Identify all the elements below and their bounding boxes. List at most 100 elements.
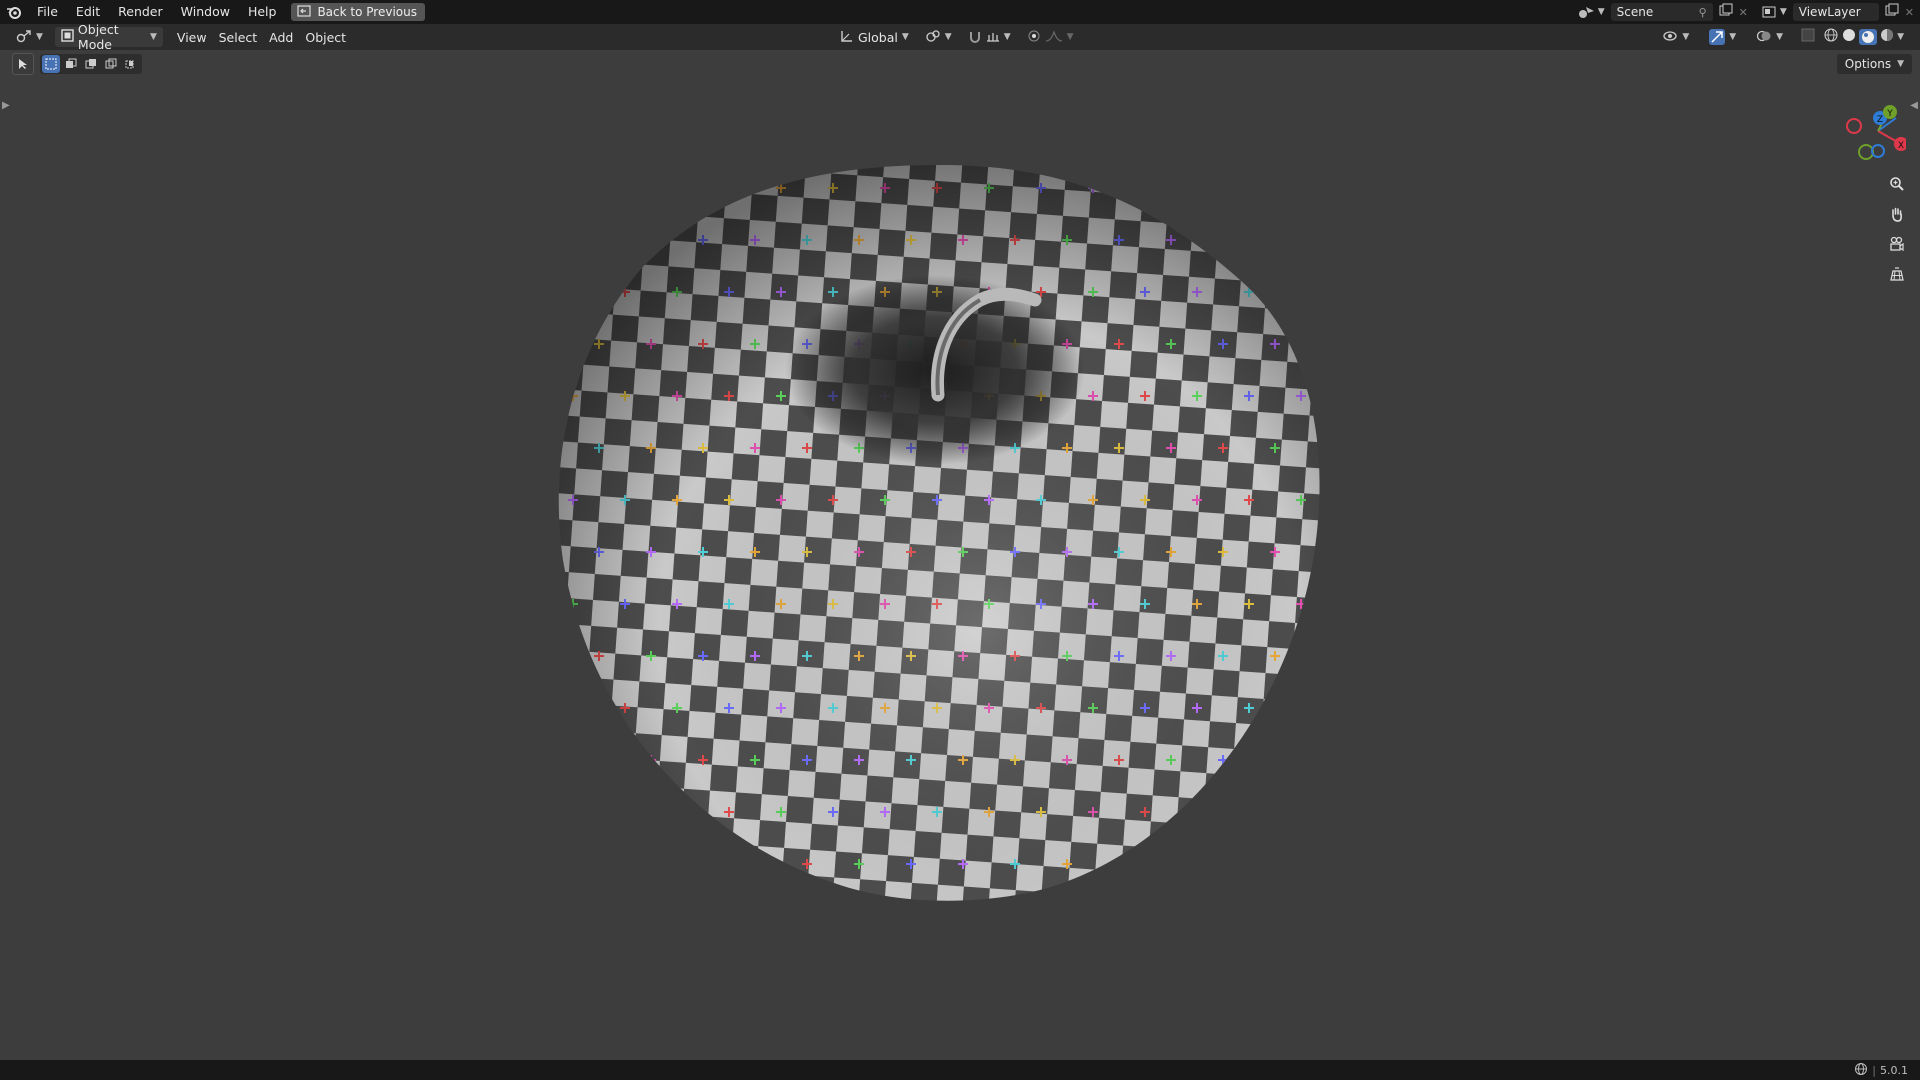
options-label: Options (1844, 57, 1892, 71)
overlay-icon (1756, 29, 1772, 46)
scene-icon[interactable]: ▼ (1578, 5, 1605, 19)
proportional-icon (1027, 29, 1041, 46)
back-icon (297, 4, 312, 20)
back-to-previous-button[interactable]: Back to Previous (291, 3, 425, 21)
uv-checker-mark (1140, 183, 1150, 193)
uv-checker-mark (646, 235, 656, 245)
camera-icon[interactable] (1884, 231, 1910, 257)
editor-type-icon (16, 29, 32, 46)
uv-checker-mark (1244, 183, 1254, 193)
view-layer-name: ViewLayer (1798, 5, 1861, 19)
select-box-icon[interactable] (42, 55, 60, 73)
uv-checker-mark (1296, 807, 1306, 817)
version-label: 5.0.1 (1880, 1064, 1908, 1077)
snap-toggle[interactable]: ▼ (962, 27, 1017, 47)
tool-settings-row (12, 53, 142, 75)
viewport-header: ▼ Object Mode ▼ View Select Add Object G… (0, 22, 1920, 52)
grid-icon[interactable] (1884, 261, 1910, 287)
blender-logo-icon[interactable] (0, 0, 28, 24)
xray-icon[interactable] (1801, 28, 1815, 46)
header-menu-add[interactable]: Add (263, 27, 299, 47)
gizmo-icon (1709, 29, 1726, 45)
viewport-canvas[interactable] (0, 50, 1920, 1060)
transform-controls: Global ▼ ▼ ▼ ▼ (834, 27, 1080, 47)
uv-checker-mark (594, 235, 604, 245)
snap-icon (968, 29, 982, 46)
transform-orientation-label: Global (858, 29, 898, 45)
pin-icon[interactable]: ⚲ (1699, 6, 1707, 19)
menu-help[interactable]: Help (239, 0, 286, 24)
menu-file[interactable]: File (28, 0, 67, 24)
apple-mesh[interactable] (514, 123, 1366, 947)
transform-orientation-dropdown[interactable]: Global ▼ (834, 27, 915, 47)
uv-checker-mark (698, 859, 708, 869)
status-bar: | 5.0.1 (0, 1060, 1920, 1080)
header-menu-select[interactable]: Select (213, 27, 264, 47)
uv-checker-mark (568, 183, 578, 193)
wireframe-shading-icon[interactable] (1823, 27, 1839, 47)
global-transform-icon (840, 29, 854, 46)
remove-view-layer-icon[interactable]: ✕ (1905, 6, 1914, 19)
uv-checker-mark (594, 755, 604, 765)
options-dropdown[interactable]: Options ▼ (1836, 54, 1912, 74)
navigation-gizmo[interactable]: X Z Y (1826, 96, 1906, 166)
proportional-edit-toggle[interactable]: ▼ (1021, 27, 1080, 47)
view-layer-field[interactable]: ViewLayer (1792, 3, 1879, 21)
uv-checker-mark (1322, 651, 1332, 661)
right-panel-toggle-icon[interactable]: ◀ (1910, 100, 1918, 111)
hand-icon[interactable] (1884, 201, 1910, 227)
uv-checker-mark (568, 703, 578, 713)
top-bar: File Edit Render Window Help Back to Pre… (0, 0, 1920, 24)
new-view-layer-icon[interactable] (1885, 3, 1899, 21)
remove-scene-icon[interactable]: ✕ (1739, 6, 1748, 19)
select-subtract-icon[interactable] (82, 55, 100, 73)
view-layer-icon[interactable]: ▼ (1762, 5, 1787, 19)
rendered-shading-icon[interactable] (1879, 27, 1895, 47)
shading-options-caret[interactable]: ▼ (1897, 32, 1904, 42)
uv-checker-mark (1114, 859, 1124, 869)
uv-checker-mark (1270, 235, 1280, 245)
pivot-point-dropdown[interactable]: ▼ (919, 27, 958, 47)
menu-edit[interactable]: Edit (67, 0, 109, 24)
uv-checker-mark (568, 807, 578, 817)
zoom-icon[interactable] (1884, 171, 1910, 197)
selection-mode-group (40, 54, 142, 74)
header-menu-object[interactable]: Object (299, 27, 352, 47)
header-menu-view[interactable]: View (171, 27, 213, 47)
gizmo-z-label: Z (1877, 115, 1883, 125)
uv-checker-mark (750, 859, 760, 869)
menu-window[interactable]: Window (172, 0, 239, 24)
uv-checker-mark (1166, 859, 1176, 869)
visibility-dropdown[interactable]: ▼ (1656, 27, 1695, 47)
left-panel-toggle-icon[interactable]: ▶ (2, 100, 10, 111)
overlay-toggle[interactable]: ▼ (1750, 27, 1789, 47)
scene-name: Scene (1616, 5, 1654, 19)
uv-checker-mark (1244, 807, 1254, 817)
mode-dropdown[interactable]: Object Mode ▼ (54, 22, 163, 52)
editor-type-dropdown[interactable]: ▼ (10, 27, 49, 47)
mode-label: Object Mode (77, 22, 119, 52)
uv-checker-mark (1322, 859, 1332, 869)
new-scene-icon[interactable] (1719, 3, 1733, 21)
uv-checker-mark (568, 287, 578, 297)
uv-checker-mark (724, 183, 734, 193)
uv-checker-mark (672, 183, 682, 193)
solid-shading-icon[interactable] (1841, 27, 1857, 47)
scene-field[interactable]: Scene ⚲ (1610, 3, 1713, 21)
select-intersect-icon[interactable] (122, 55, 140, 73)
falloff-icon[interactable] (1045, 29, 1063, 46)
3d-viewport[interactable]: ▶ ◀ X Z Y (0, 50, 1920, 1060)
gizmo-toggle[interactable]: ▼ (1703, 27, 1742, 47)
shading-controls: ▼ ▼ ▼ ▼ (1656, 27, 1904, 47)
network-icon (1854, 1062, 1868, 1079)
uv-checker-mark (1322, 339, 1332, 349)
material-shading-icon[interactable] (1859, 29, 1878, 45)
uv-checker-mark (1192, 183, 1202, 193)
uv-checker-mark (1322, 755, 1332, 765)
uv-checker-mark (646, 859, 656, 869)
select-invert-icon[interactable] (102, 55, 120, 73)
select-tool-icon[interactable] (12, 53, 34, 75)
uv-checker-mark (1192, 807, 1202, 817)
select-extend-icon[interactable] (62, 55, 80, 73)
menu-render[interactable]: Render (109, 0, 172, 24)
